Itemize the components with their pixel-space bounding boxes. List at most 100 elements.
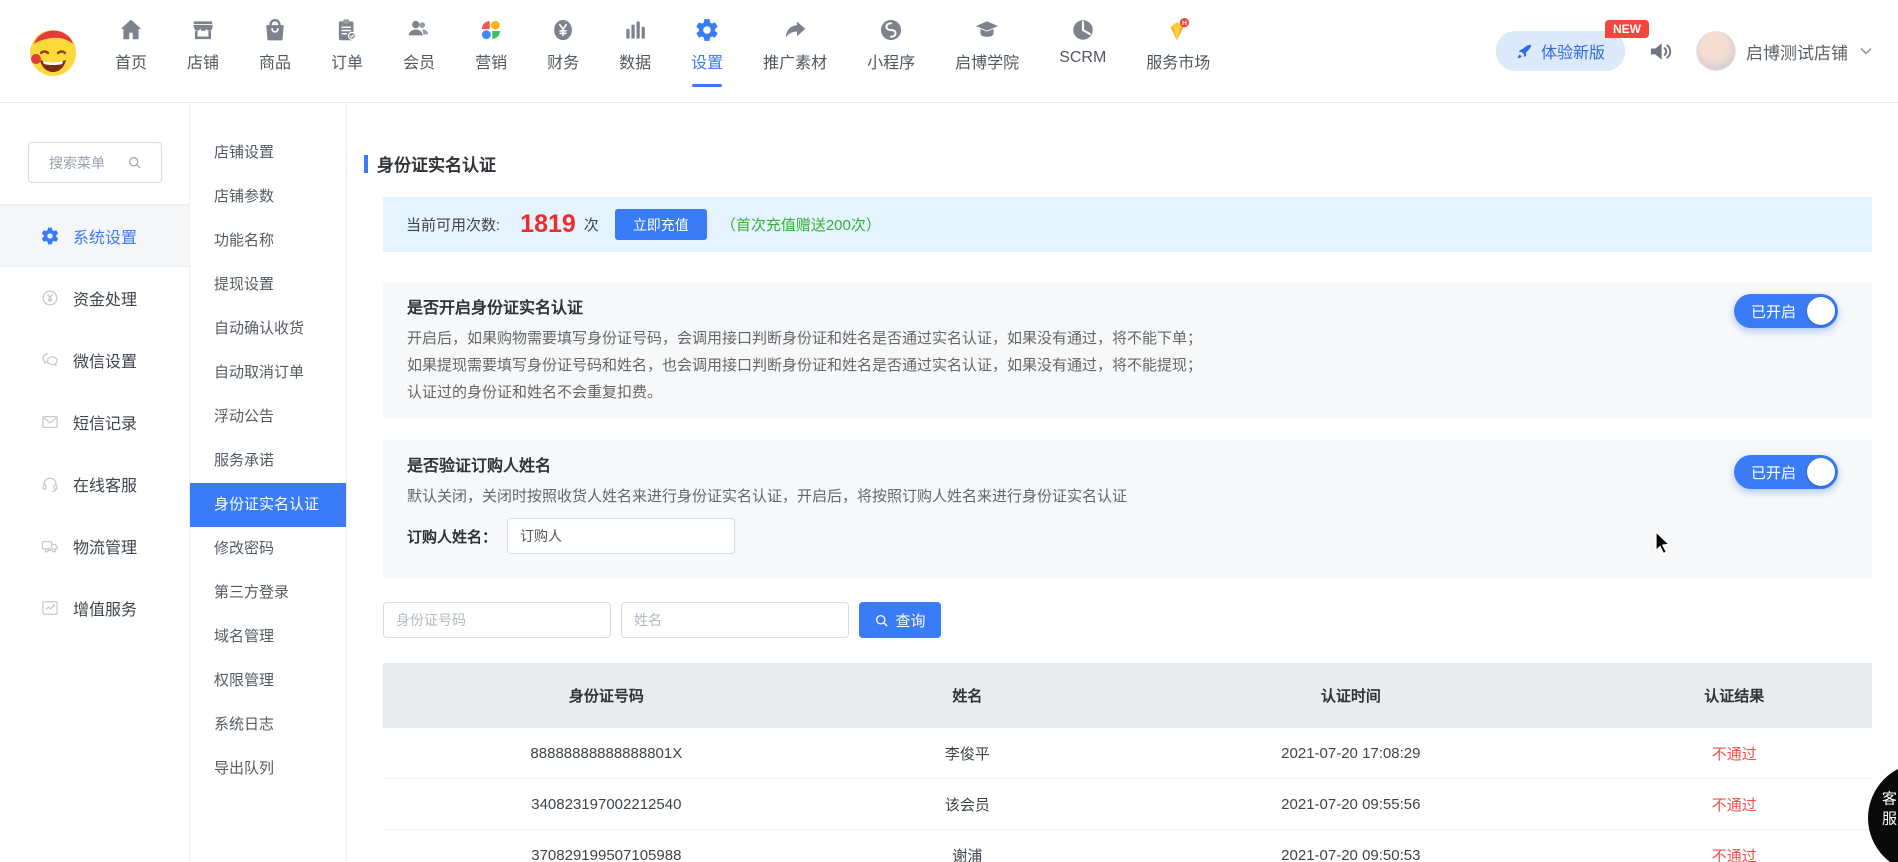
- marketing-dots-icon: [478, 17, 504, 43]
- col-header-name: 姓名: [830, 663, 1105, 728]
- nav-item-promotion[interactable]: 推广素材: [763, 13, 827, 89]
- submenu-item[interactable]: 系统日志: [190, 703, 346, 747]
- record-search-row: 查询: [383, 602, 941, 638]
- cell-time: 2021-07-20 09:55:56: [1105, 779, 1596, 830]
- quota-unit: 次: [584, 214, 599, 235]
- service-market-gem-icon: H: [1165, 17, 1191, 43]
- cell-name: 谢浦: [830, 830, 1105, 862]
- sidebar-search[interactable]: [28, 142, 162, 183]
- first-recharge-note: （首次充值赠送200次）: [721, 214, 881, 235]
- submenu-item[interactable]: 权限管理: [190, 659, 346, 703]
- quota-label: 当前可用次数:: [406, 214, 500, 235]
- share-arrow-icon: [782, 17, 808, 43]
- settings-submenu: 店铺设置 店铺参数 功能名称 提现设置 自动确认收货 自动取消订单 浮动公告 服…: [190, 104, 347, 862]
- sidebar-item-value-added[interactable]: 增值服务: [0, 577, 189, 639]
- submenu-item[interactable]: 第三方登录: [190, 571, 346, 615]
- buyer-name-label: 订购人姓名：: [407, 526, 497, 547]
- id-verification-toggle[interactable]: 已开启: [1734, 294, 1838, 328]
- verification-records-table: 身份证号码 姓名 认证时间 认证结果 88888888888888801X 李俊…: [383, 663, 1872, 862]
- nav-item-goods[interactable]: 商品: [259, 13, 291, 89]
- shop-name: 启博测试店铺: [1746, 39, 1848, 64]
- try-new-version-button[interactable]: 体验新版 NEW: [1496, 31, 1625, 71]
- nav-item-settings[interactable]: 设置: [691, 13, 723, 89]
- col-header-result: 认证结果: [1597, 663, 1873, 728]
- query-button[interactable]: 查询: [859, 602, 941, 638]
- members-icon: [406, 17, 432, 43]
- table-row: 370829199507105988 谢浦 2021-07-20 09:50:5…: [383, 830, 1872, 862]
- nav-item-finance[interactable]: 财务: [547, 13, 579, 89]
- data-bars-icon: [622, 17, 648, 43]
- sidebar-item-system-settings[interactable]: 系统设置: [0, 205, 189, 267]
- brand-logo-icon[interactable]: [24, 22, 82, 80]
- buyer-name-toggle[interactable]: 已开启: [1734, 455, 1838, 489]
- trend-chart-icon: [40, 598, 60, 618]
- section-description-line: 开启后，如果购物需要填写身份证号码，会调用接口判断身份证和姓名是否通过实名认证，…: [407, 325, 1848, 352]
- submenu-item[interactable]: 功能名称: [190, 219, 346, 263]
- app-window: 首页 店铺 商品 订单 会员 营销: [0, 0, 1898, 862]
- magnifier-icon: [127, 155, 142, 170]
- speaker-icon[interactable]: [1647, 38, 1674, 65]
- cell-id-number: 340823197002212540: [383, 779, 830, 830]
- cell-result: 不通过: [1597, 728, 1873, 779]
- sidebar-item-logistics[interactable]: 物流管理: [0, 515, 189, 577]
- title-accent-bar: [364, 155, 368, 173]
- nav-item-home[interactable]: 首页: [115, 13, 147, 89]
- svg-text:H: H: [1182, 20, 1187, 27]
- main-nav: 首页 店铺 商品 订单 会员 营销: [115, 13, 1210, 89]
- id-number-input[interactable]: [383, 602, 611, 638]
- account-menu[interactable]: 启博测试店铺: [1696, 31, 1874, 71]
- id-verification-section: 是否开启身份证实名认证 开启后，如果购物需要填写身份证号码，会调用接口判断身份证…: [383, 282, 1872, 418]
- col-header-id-number: 身份证号码: [383, 663, 830, 728]
- col-header-time: 认证时间: [1105, 663, 1596, 728]
- quota-banner: 当前可用次数: 1819 次 立即充值 （首次充值赠送200次）: [383, 197, 1872, 252]
- recharge-button[interactable]: 立即充值: [615, 209, 707, 240]
- table-header-row: 身份证号码 姓名 认证时间 认证结果: [383, 663, 1872, 728]
- avatar: [1696, 31, 1736, 71]
- submenu-item[interactable]: 修改密码: [190, 527, 346, 571]
- nav-item-members[interactable]: 会员: [403, 13, 435, 89]
- nav-item-service-market[interactable]: H 服务市场: [1146, 13, 1210, 89]
- settings-gear-icon: [694, 17, 720, 43]
- nav-item-shop[interactable]: 店铺: [187, 13, 219, 89]
- section-description-line: 如果提现需要填写身份证号码和姓名，也会调用接口判断身份证和姓名是否通过实名认证，…: [407, 352, 1848, 379]
- submenu-item[interactable]: 自动取消订单: [190, 351, 346, 395]
- nav-item-miniprogram[interactable]: 小程序: [867, 13, 915, 89]
- sidebar-item-sms[interactable]: 短信记录: [0, 391, 189, 453]
- nav-item-marketing[interactable]: 营销: [475, 13, 507, 89]
- name-input[interactable]: [621, 602, 849, 638]
- cell-result: 不通过: [1597, 830, 1873, 862]
- yen-coin-icon: [40, 288, 60, 308]
- cell-time: 2021-07-20 09:50:53: [1105, 830, 1596, 862]
- nav-item-academy[interactable]: 启博学院: [955, 13, 1019, 89]
- order-clipboard-icon: [334, 17, 360, 43]
- submenu-item[interactable]: 自动确认收货: [190, 307, 346, 351]
- nav-item-scrm[interactable]: SCRM: [1059, 13, 1106, 89]
- nav-item-orders[interactable]: 订单: [331, 13, 363, 89]
- wechat-icon: [40, 350, 60, 370]
- submenu-item[interactable]: 店铺设置: [190, 131, 346, 175]
- buyer-name-section: 是否验证订购人姓名 默认关闭，关闭时按照收货人姓名来进行身份证实名认证，开启后，…: [383, 440, 1872, 578]
- sidebar-search-input[interactable]: [47, 154, 123, 172]
- submenu-item-id-verification[interactable]: 身份证实名认证: [190, 483, 346, 527]
- submenu-item[interactable]: 域名管理: [190, 615, 346, 659]
- cell-time: 2021-07-20 17:08:29: [1105, 728, 1596, 779]
- submenu-item[interactable]: 店铺参数: [190, 175, 346, 219]
- submenu-item[interactable]: 导出队列: [190, 747, 346, 791]
- sidebar-item-funds[interactable]: 资金处理: [0, 267, 189, 329]
- sidebar-item-wechat[interactable]: 微信设置: [0, 329, 189, 391]
- toggle-knob: [1807, 458, 1835, 486]
- storefront-icon: [190, 17, 216, 43]
- home-icon: [118, 17, 144, 43]
- submenu-item[interactable]: 服务承诺: [190, 439, 346, 483]
- nav-item-data[interactable]: 数据: [619, 13, 651, 89]
- submenu-item[interactable]: 提现设置: [190, 263, 346, 307]
- buyer-name-input[interactable]: [507, 518, 735, 554]
- page-title: 身份证实名认证: [364, 151, 496, 176]
- section-description-line: 认证过的身份证和姓名不会重复扣费。: [407, 379, 1848, 406]
- primary-sidebar: 系统设置 资金处理 微信设置 短信记录 在线客服 物流管理 增值服务: [0, 104, 190, 862]
- graduation-cap-icon: [974, 17, 1000, 43]
- cell-result: 不通过: [1597, 779, 1873, 830]
- submenu-item[interactable]: 浮动公告: [190, 395, 346, 439]
- try-new-version-label: 体验新版: [1541, 39, 1605, 63]
- sidebar-item-online-service[interactable]: 在线客服: [0, 453, 189, 515]
